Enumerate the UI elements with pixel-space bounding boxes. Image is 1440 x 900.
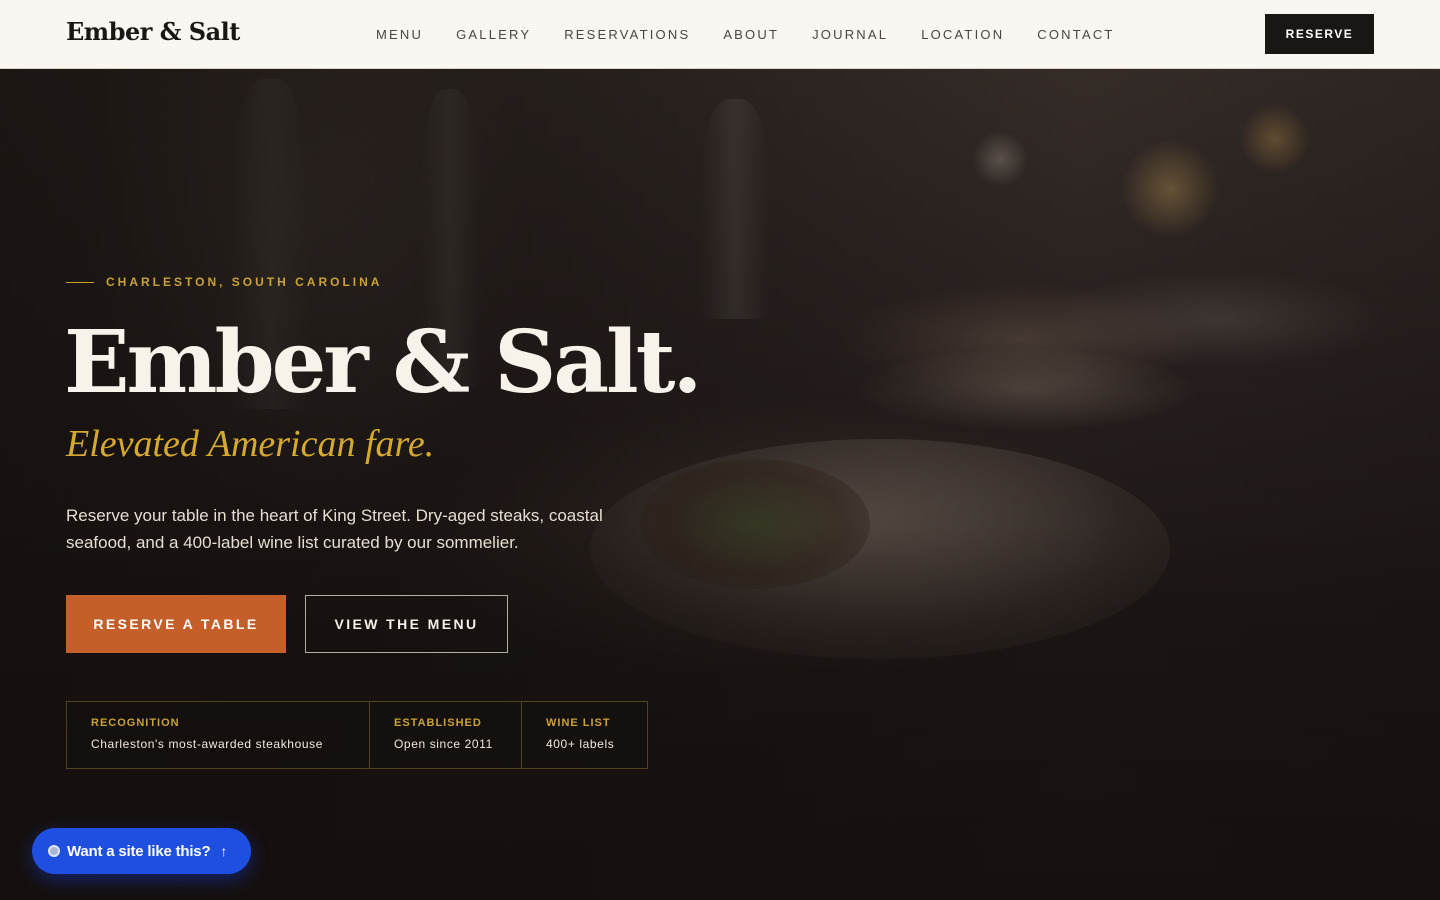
hero-background-image <box>0 69 1440 900</box>
eyebrow-location: CHARLESTON, SOUTH CAROLINA <box>106 275 383 289</box>
stat-value: Open since 2011 <box>394 737 493 751</box>
nav-item-location[interactable]: LOCATION <box>921 27 1004 42</box>
want-site-button[interactable]: Want a site like this? ↑ <box>32 828 251 874</box>
hero-overlay <box>0 69 1440 900</box>
stat-label: WINE LIST <box>546 717 611 729</box>
brand-logo[interactable]: Ember & Salt <box>66 17 240 46</box>
stat-established: ESTABLISHED Open since 2011 <box>370 702 522 768</box>
site-header: Ember & Salt MENU GALLERY RESERVATIONS A… <box>0 0 1440 69</box>
stat-value: Charleston's most-awarded steakhouse <box>91 737 323 751</box>
hero-eyebrow: CHARLESTON, SOUTH CAROLINA <box>66 275 382 289</box>
nav-item-menu[interactable]: MENU <box>376 27 423 42</box>
hero-tagline: Elevated American fare. <box>66 423 435 465</box>
main-nav: MENU GALLERY RESERVATIONS ABOUT JOURNAL … <box>376 0 1148 68</box>
eyebrow-divider <box>66 281 94 283</box>
stat-value: 400+ labels <box>546 737 615 751</box>
nav-item-gallery[interactable]: GALLERY <box>456 27 531 42</box>
arrow-up-icon: ↑ <box>220 843 228 859</box>
nav-item-about[interactable]: ABOUT <box>723 27 779 42</box>
nav-item-journal[interactable]: JOURNAL <box>812 27 888 42</box>
status-dot-icon <box>48 845 60 857</box>
hero-title: Ember & Salt. <box>64 312 702 413</box>
stat-wine-list: WINE LIST 400+ labels <box>522 702 647 768</box>
hero-description: Reserve your table in the heart of King … <box>66 506 603 552</box>
want-site-label: Want a site like this? <box>67 842 211 860</box>
reserve-table-button[interactable]: RESERVE A TABLE <box>66 595 286 653</box>
stat-label: ESTABLISHED <box>394 717 482 729</box>
stat-recognition: RECOGNITION Charleston's most-awarded st… <box>67 702 370 768</box>
highlights-strip: RECOGNITION Charleston's most-awarded st… <box>66 701 648 769</box>
nav-item-reservations[interactable]: RESERVATIONS <box>564 27 690 42</box>
nav-item-contact[interactable]: CONTACT <box>1037 27 1114 42</box>
stat-label: RECOGNITION <box>91 717 180 729</box>
reserve-button[interactable]: RESERVE <box>1265 14 1374 54</box>
view-menu-button[interactable]: VIEW THE MENU <box>305 595 508 653</box>
